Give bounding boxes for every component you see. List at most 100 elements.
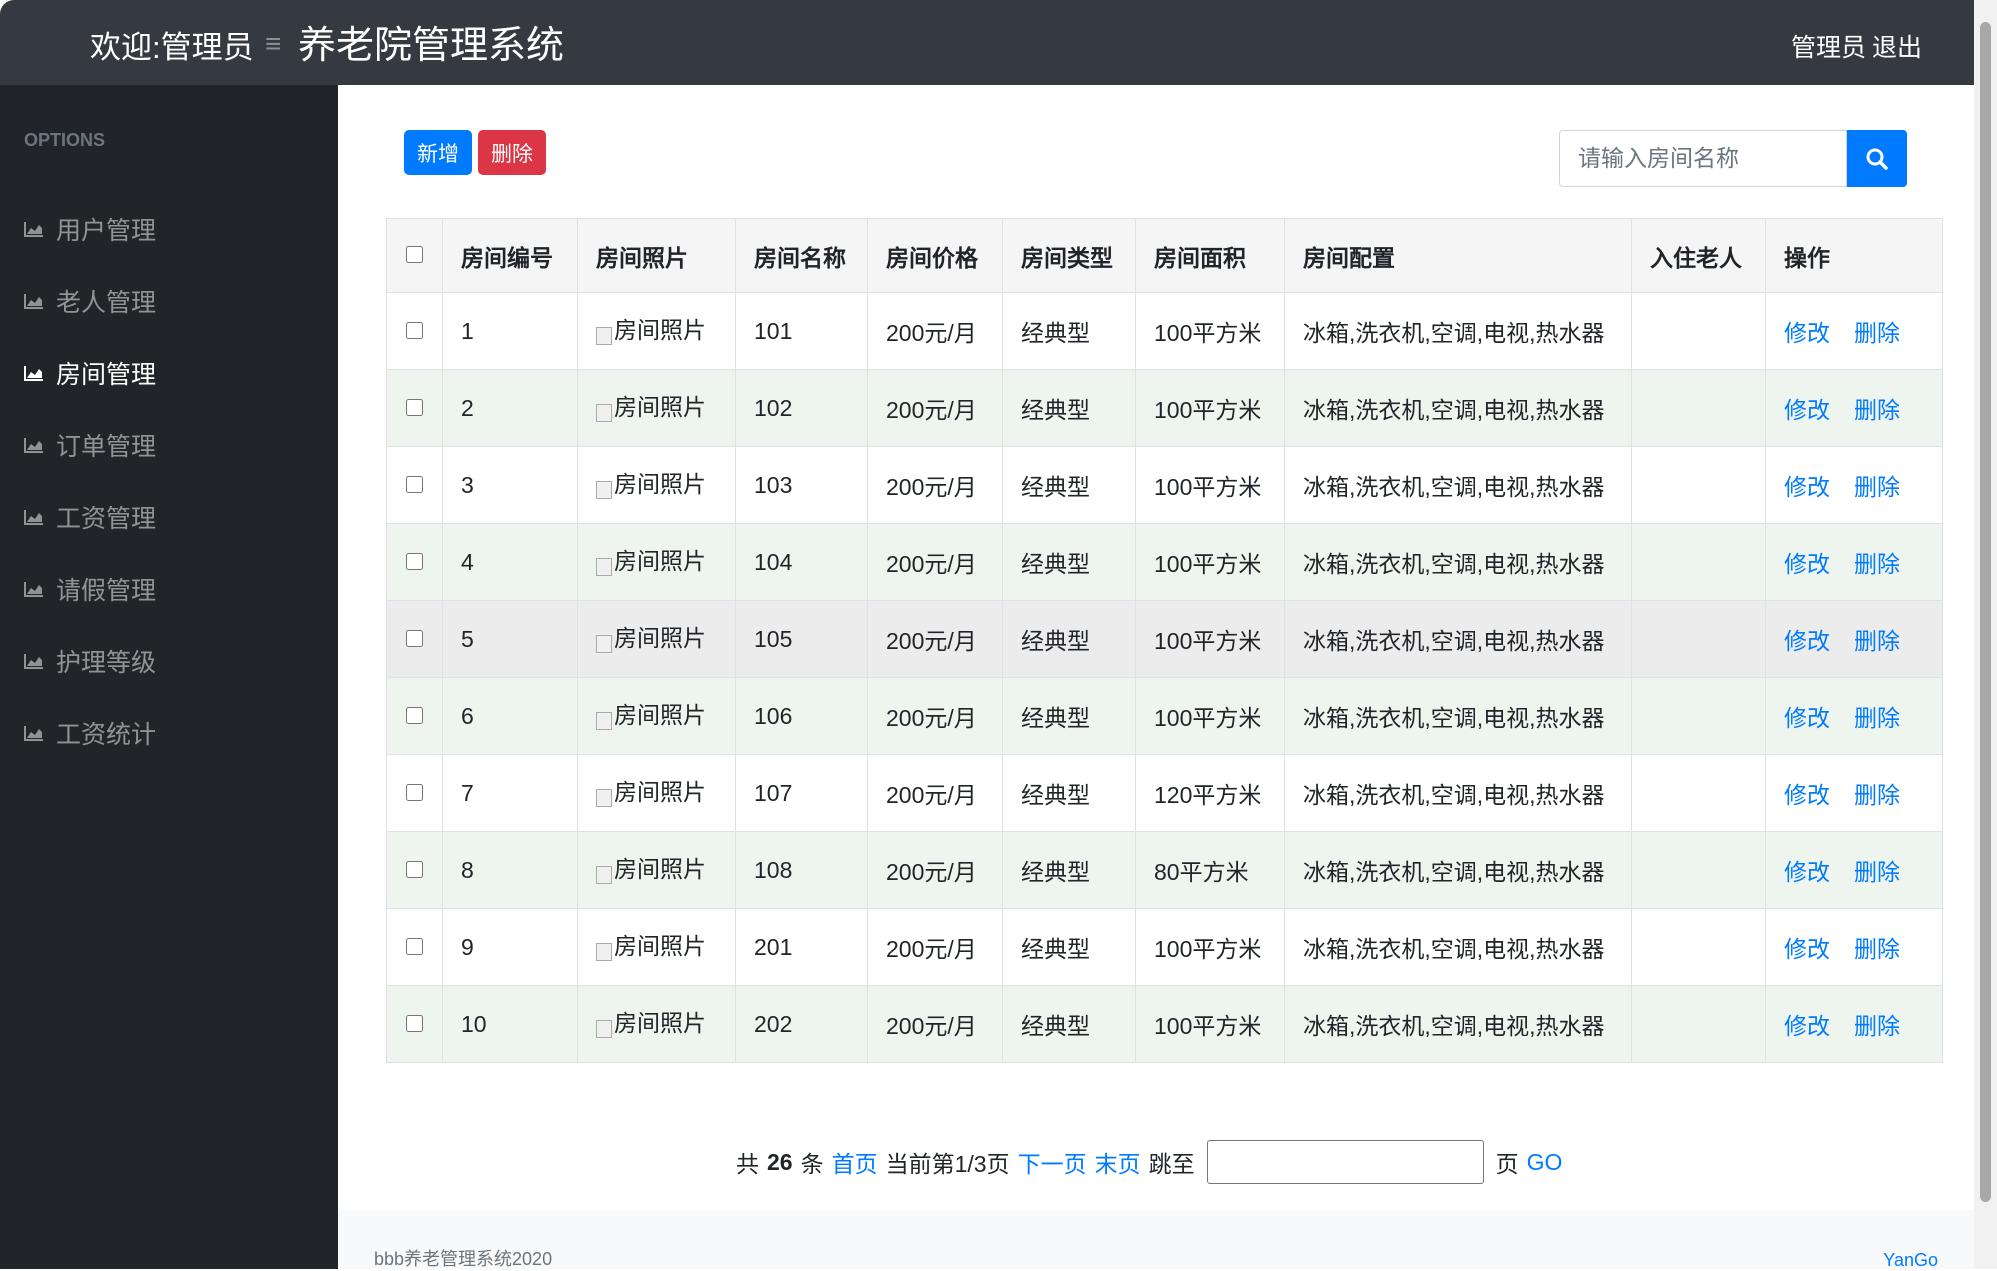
first-page-link[interactable]: 首页 bbox=[832, 1145, 878, 1179]
cell: 冰箱,洗衣机,空调,电视,热水器 bbox=[1284, 985, 1632, 1063]
jump-page-input[interactable] bbox=[1206, 1140, 1484, 1184]
row-checkbox[interactable] bbox=[406, 398, 423, 416]
batch-delete-button[interactable]: 删除 bbox=[478, 130, 546, 175]
delete-link[interactable]: 删除 bbox=[1854, 551, 1900, 577]
column-header: 房间照片 bbox=[577, 218, 736, 293]
sidebar-item-label: 工资管理 bbox=[56, 505, 157, 533]
sidebar-item[interactable]: 护理等级 bbox=[0, 625, 338, 697]
cell: 200元/月 bbox=[867, 292, 1003, 370]
footer: bbb养老管理系统2020 YanGo bbox=[338, 1210, 1974, 1271]
sidebar-item[interactable]: 工资管理 bbox=[0, 481, 338, 553]
row-checkbox[interactable] bbox=[406, 552, 423, 570]
edit-link[interactable]: 修改 bbox=[1784, 628, 1830, 654]
table-row: 6 房间照片 106 200元/月 经典型 100平方米 冰箱,洗衣机,空调,电视,热水器 修… bbox=[386, 677, 1943, 755]
welcome-text: 欢迎:管理员 bbox=[90, 30, 254, 65]
row-checkbox[interactable] bbox=[406, 860, 423, 878]
sidebar-item[interactable]: 工资统计 bbox=[0, 697, 338, 769]
room-photo: 房间照片 bbox=[596, 465, 706, 499]
select-all-checkbox[interactable] bbox=[406, 246, 423, 263]
room-photo: 房间照片 bbox=[596, 773, 706, 807]
cell-actions: 修改 删除 bbox=[1765, 292, 1943, 370]
delete-link[interactable]: 删除 bbox=[1854, 705, 1900, 731]
cell: 105 bbox=[735, 600, 868, 678]
broken-image-icon bbox=[596, 712, 612, 730]
row-checkbox[interactable] bbox=[406, 629, 423, 647]
row-checkbox[interactable] bbox=[406, 783, 423, 801]
last-page-link[interactable]: 末页 bbox=[1095, 1145, 1141, 1179]
sidebar-item[interactable]: 订单管理 bbox=[0, 409, 338, 481]
broken-image-icon bbox=[596, 943, 612, 961]
sidebar-item-label: 工资统计 bbox=[56, 721, 157, 749]
delete-link[interactable]: 删除 bbox=[1854, 397, 1900, 423]
edit-link[interactable]: 修改 bbox=[1784, 474, 1830, 500]
row-select-cell bbox=[386, 985, 443, 1063]
table-row: 3 房间照片 103 200元/月 经典型 100平方米 冰箱,洗衣机,空调,电视,热水器 修… bbox=[386, 446, 1943, 524]
page-scrollbar[interactable] bbox=[1974, 0, 1997, 1269]
search-input[interactable] bbox=[1559, 130, 1847, 187]
room-photo: 房间照片 bbox=[596, 542, 706, 576]
column-header: 房间配置 bbox=[1284, 218, 1632, 293]
column-header: 房间面积 bbox=[1135, 218, 1285, 293]
hamburger-icon[interactable]: ≡ bbox=[265, 28, 281, 60]
go-button[interactable]: GO bbox=[1527, 1149, 1563, 1176]
delete-link[interactable]: 删除 bbox=[1854, 474, 1900, 500]
row-select-cell bbox=[386, 369, 443, 447]
broken-image-icon bbox=[596, 1020, 612, 1038]
scrollbar-thumb[interactable] bbox=[1980, 22, 1991, 1202]
cell: 9 bbox=[442, 908, 578, 986]
user-name[interactable]: 管理员 bbox=[1791, 34, 1866, 62]
add-button[interactable]: 新增 bbox=[404, 130, 472, 175]
cell: 200元/月 bbox=[867, 677, 1003, 755]
edit-link[interactable]: 修改 bbox=[1784, 782, 1830, 808]
cell bbox=[1631, 908, 1766, 986]
cell-photo: 房间照片 bbox=[577, 600, 736, 678]
sidebar-item[interactable]: 房间管理 bbox=[0, 337, 338, 409]
edit-link[interactable]: 修改 bbox=[1784, 397, 1830, 423]
row-checkbox[interactable] bbox=[406, 475, 423, 493]
sidebar-item[interactable]: 老人管理 bbox=[0, 265, 338, 337]
cell: 200元/月 bbox=[867, 908, 1003, 986]
delete-link[interactable]: 删除 bbox=[1854, 320, 1900, 346]
cell: 冰箱,洗衣机,空调,电视,热水器 bbox=[1284, 446, 1632, 524]
search-icon bbox=[1866, 148, 1888, 170]
delete-link[interactable]: 删除 bbox=[1854, 1013, 1900, 1039]
footer-link[interactable]: YanGo bbox=[1883, 1250, 1938, 1271]
cell: 100平方米 bbox=[1135, 985, 1285, 1063]
cell: 106 bbox=[735, 677, 868, 755]
edit-link[interactable]: 修改 bbox=[1784, 859, 1830, 885]
row-checkbox[interactable] bbox=[406, 937, 423, 955]
row-checkbox[interactable] bbox=[406, 1014, 423, 1032]
table-row: 10 房间照片 202 200元/月 经典型 100平方米 冰箱,洗衣机,空调,电视,热水器… bbox=[386, 985, 1943, 1063]
cell-actions: 修改 删除 bbox=[1765, 523, 1943, 601]
cell: 120平方米 bbox=[1135, 754, 1285, 832]
edit-link[interactable]: 修改 bbox=[1784, 551, 1830, 577]
pagination: 共 26 条 首页 当前第1/3页 下一页 末页 跳至 页 GO bbox=[736, 1140, 1562, 1184]
edit-link[interactable]: 修改 bbox=[1784, 320, 1830, 346]
cell: 经典型 bbox=[1002, 523, 1136, 601]
row-checkbox[interactable] bbox=[406, 706, 423, 724]
delete-link[interactable]: 删除 bbox=[1854, 782, 1900, 808]
edit-link[interactable]: 修改 bbox=[1784, 936, 1830, 962]
logout-link[interactable]: 退出 bbox=[1872, 34, 1922, 62]
cell: 100平方米 bbox=[1135, 677, 1285, 755]
cell: 经典型 bbox=[1002, 369, 1136, 447]
edit-link[interactable]: 修改 bbox=[1784, 1013, 1830, 1039]
delete-link[interactable]: 删除 bbox=[1854, 628, 1900, 654]
search-button[interactable] bbox=[1847, 130, 1907, 187]
next-page-link[interactable]: 下一页 bbox=[1018, 1145, 1087, 1179]
room-photo: 房间照片 bbox=[596, 311, 706, 345]
cell-actions: 修改 删除 bbox=[1765, 908, 1943, 986]
row-select-cell bbox=[386, 908, 443, 986]
delete-link[interactable]: 删除 bbox=[1854, 936, 1900, 962]
cell: 冰箱,洗衣机,空调,电视,热水器 bbox=[1284, 908, 1632, 986]
sidebar-item[interactable]: 请假管理 bbox=[0, 553, 338, 625]
sidebar-item[interactable]: 用户管理 bbox=[0, 193, 338, 265]
pager-text: 条 bbox=[800, 1151, 824, 1177]
cell-photo: 房间照片 bbox=[577, 754, 736, 832]
sidebar-item-label: 房间管理 bbox=[56, 361, 157, 389]
row-checkbox[interactable] bbox=[406, 321, 423, 339]
edit-link[interactable]: 修改 bbox=[1784, 705, 1830, 731]
jump-label: 跳至 bbox=[1148, 1151, 1195, 1177]
cell bbox=[1631, 831, 1766, 909]
delete-link[interactable]: 删除 bbox=[1854, 859, 1900, 885]
